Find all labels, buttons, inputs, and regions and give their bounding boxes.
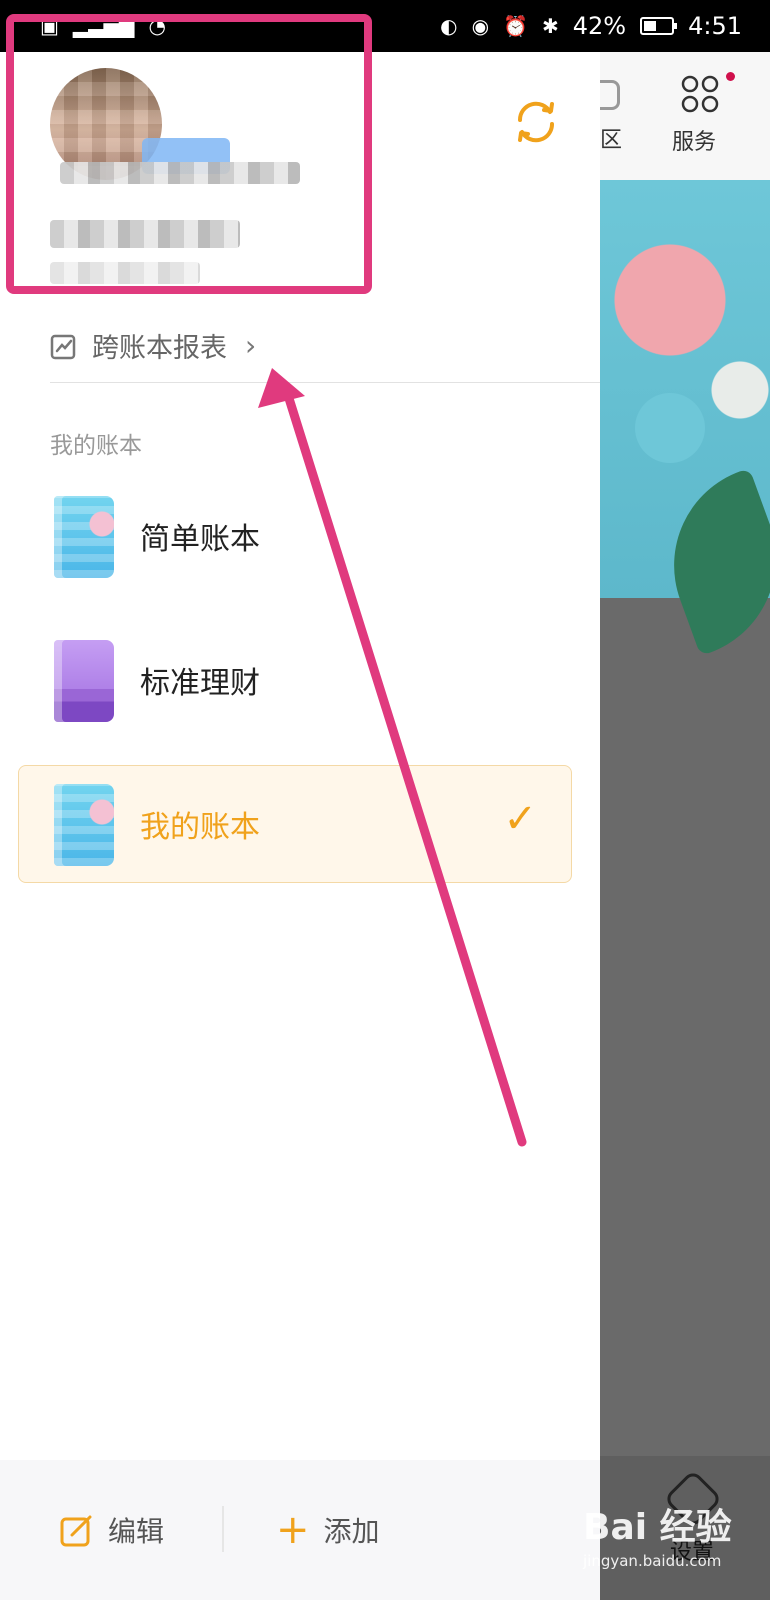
plus-icon: +: [276, 1507, 310, 1553]
clock: 4:51: [688, 12, 742, 40]
tab-service-label[interactable]: 服务: [672, 124, 716, 156]
book-item-simple[interactable]: 简单账本: [0, 478, 600, 596]
donut-float-shape: [635, 393, 705, 463]
report-icon: [50, 334, 76, 359]
add-button[interactable]: + 添加: [276, 1510, 380, 1550]
edit-button[interactable]: 编辑: [60, 1510, 164, 1550]
annotation-highlight-box: [6, 14, 372, 294]
notification-dot: [726, 72, 735, 81]
edit-icon: [60, 1515, 92, 1547]
chevron-right-icon: ›: [245, 329, 257, 362]
book-cover-icon: [54, 784, 114, 866]
sync-icon[interactable]: [512, 98, 560, 146]
report-link-label: 跨账本报表: [92, 333, 227, 364]
eye-icon: ◉: [471, 14, 490, 38]
book-cover-icon: [54, 640, 114, 722]
book-name: 简单账本: [140, 522, 260, 557]
alarm-icon: ⏰: [503, 14, 528, 38]
watermark-sub: jingyan.baidu.com: [583, 1552, 722, 1570]
zone-icon: [600, 80, 620, 110]
watermark: Bai 经验 jingyan.baidu.com: [583, 1498, 732, 1570]
checkmark-icon: ✓: [503, 796, 537, 842]
my-books-section-label: 我的账本: [50, 433, 142, 459]
drawer-bottom-bar: 编辑 + 添加: [0, 1460, 600, 1600]
book-item-my-book[interactable]: 我的账本 ✓: [18, 765, 572, 883]
background-top-tabs: 区 服务: [600, 52, 770, 180]
service-icon[interactable]: [680, 74, 720, 114]
book-name: 我的账本: [140, 810, 260, 845]
tab-zone-label[interactable]: 区: [600, 122, 622, 154]
cross-book-report-link[interactable]: 跨账本报表 ›: [50, 326, 256, 365]
book-item-standard-finance[interactable]: 标准理财: [0, 622, 600, 740]
divider: [50, 382, 600, 383]
watermark-main: Bai 经验: [583, 1507, 732, 1548]
book-cover-icon: [54, 496, 114, 578]
status-right-icons: ◐ ◉ ⏰ ✱ 42% 4:51: [440, 12, 742, 40]
divider: [222, 1506, 224, 1552]
battery-percent: 42%: [572, 12, 627, 40]
book-name: 标准理财: [140, 666, 260, 701]
data-saver-icon: ◐: [440, 14, 458, 38]
background-app: 区 服务 设置: [600, 52, 770, 1600]
edit-label: 编辑: [108, 1515, 165, 1548]
add-label: 添加: [323, 1515, 380, 1548]
battery-icon: [640, 17, 678, 35]
bluetooth-icon: ✱: [541, 14, 559, 38]
